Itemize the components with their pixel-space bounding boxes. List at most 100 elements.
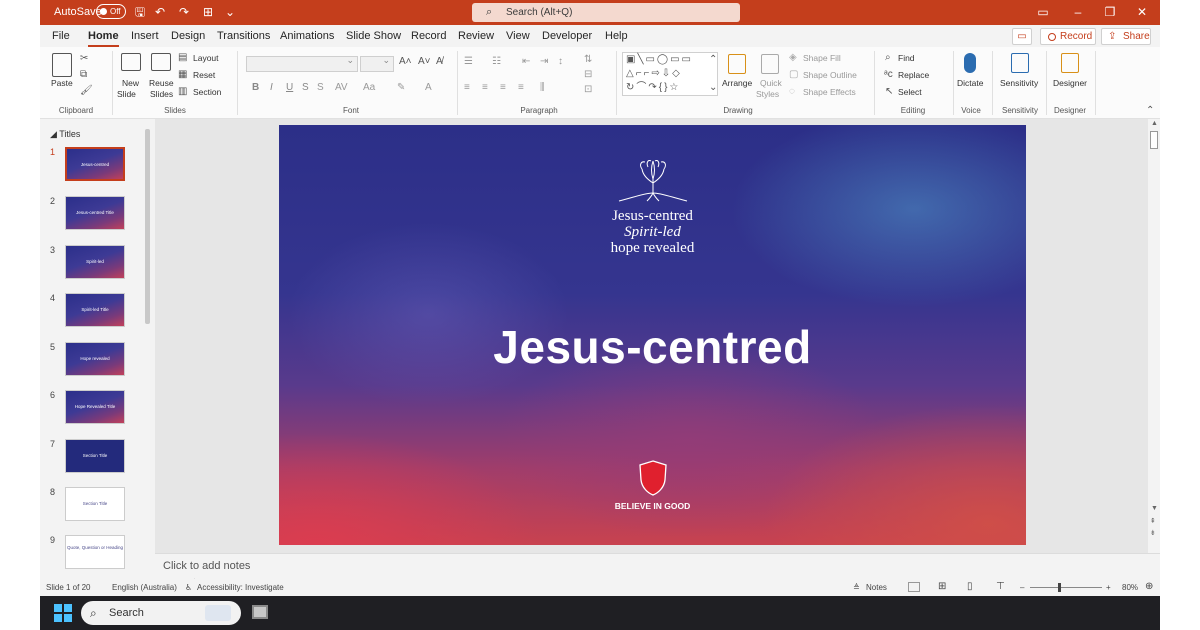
taskbar-search[interactable]: ⌕ Search — [81, 601, 241, 625]
slide-thumbnail-8[interactable]: Section Title — [65, 487, 125, 521]
dictate-button[interactable]: Dictate — [957, 78, 983, 88]
slide-thumbnail-6[interactable]: Hope Revealed Title — [65, 390, 125, 424]
columns-icon[interactable]: ⫼ — [540, 82, 545, 93]
tab-home[interactable]: Home — [88, 30, 119, 47]
designer-button[interactable]: Designer — [1053, 78, 1087, 88]
sensitivity-icon[interactable] — [1011, 53, 1029, 73]
zoom-slider-thumb[interactable] — [1058, 583, 1061, 592]
quick-styles-icon[interactable] — [761, 54, 779, 74]
align-left-icon[interactable]: ≡ — [464, 82, 470, 93]
next-slide-icon[interactable]: ⇟ — [1150, 529, 1156, 537]
shape-fill-button[interactable]: Shape Fill — [803, 53, 841, 63]
minimize-icon[interactable]: – — [1070, 4, 1086, 20]
highlight-icon[interactable]: ✎ — [397, 82, 405, 93]
slide-thumbnail-4[interactable]: Spirit-led Title — [65, 293, 125, 327]
tab-animations[interactable]: Animations — [280, 30, 334, 42]
thumbnail-scrollbar[interactable] — [143, 119, 152, 579]
accessibility-status[interactable]: Accessibility: Investigate — [197, 583, 284, 592]
slide-thumbnail-2[interactable]: Jesus-centred Title — [65, 196, 125, 230]
slide-thumbnail-7[interactable]: Section Title — [65, 439, 125, 473]
tab-insert[interactable]: Insert — [131, 30, 159, 42]
slide-thumbnail-5[interactable]: Hope revealed — [65, 342, 125, 376]
font-size-select[interactable] — [360, 55, 394, 72]
scrollbar-thumb[interactable] — [145, 129, 150, 324]
char-spacing-icon[interactable]: AV — [335, 82, 348, 93]
quick-styles-label-2[interactable]: Styles — [756, 89, 779, 99]
arrange-icon[interactable] — [728, 54, 746, 74]
quick-styles-label-1[interactable]: Quick — [760, 78, 782, 88]
new-slide-label-1[interactable]: New — [122, 78, 139, 88]
new-slide-label-2[interactable]: Slide — [117, 89, 136, 99]
windows-start-icon[interactable] — [54, 604, 72, 622]
ribbon-display-icon[interactable]: ▭ — [1035, 4, 1051, 20]
reuse-slides-label-2[interactable]: Slides — [150, 89, 173, 99]
comments-button[interactable]: ▭ — [1012, 28, 1032, 45]
font-color-icon[interactable]: A — [425, 82, 432, 93]
tab-view[interactable]: View — [506, 30, 530, 42]
close-icon[interactable]: ✕ — [1134, 4, 1150, 20]
slide-title[interactable]: Jesus-centred — [279, 320, 1026, 374]
scroll-down-icon[interactable]: ▼ — [1151, 505, 1158, 512]
slide-thumbnail-3[interactable]: Spirit-led — [65, 245, 125, 279]
italic-button[interactable]: I — [270, 82, 273, 93]
bullets-icon[interactable]: ☰ — [464, 56, 473, 67]
zoom-out-icon[interactable]: – — [1020, 583, 1024, 592]
canvas-scrollbar[interactable]: ▲ ▼ ⇞ ⇟ — [1148, 119, 1160, 539]
new-slide-icon[interactable] — [121, 53, 141, 71]
slide-show-icon[interactable]: ⊤ — [996, 581, 1005, 592]
underline-button[interactable]: U — [286, 82, 293, 93]
increase-indent-icon[interactable]: ⇥ — [540, 56, 548, 67]
increase-font-icon[interactable]: A˄ — [399, 56, 412, 67]
select-button[interactable]: Select — [898, 87, 922, 97]
paste-button[interactable]: Paste — [51, 78, 73, 88]
shape-outline-button[interactable]: Shape Outline — [803, 70, 857, 80]
shapes-gallery[interactable]: ▣╲▭◯▭▭ △⌐⌐⇨⇩◇ ↻⌒↷{}☆ — [622, 52, 718, 96]
normal-view-icon[interactable] — [908, 582, 920, 592]
task-view-icon[interactable] — [252, 605, 268, 619]
previous-slide-icon[interactable]: ⇞ — [1150, 517, 1156, 525]
font-family-select[interactable] — [246, 55, 358, 72]
tab-transitions[interactable]: Transitions — [217, 30, 270, 42]
align-right-icon[interactable]: ≡ — [500, 82, 506, 93]
bold-button[interactable]: B — [252, 82, 259, 93]
line-spacing-icon[interactable]: ↕ — [558, 56, 563, 67]
tab-file[interactable]: File — [52, 30, 70, 42]
replace-button[interactable]: Replace — [898, 70, 929, 80]
tab-help[interactable]: Help — [605, 30, 628, 42]
change-case-icon[interactable]: Aa — [363, 82, 375, 93]
language-indicator[interactable]: English (Australia) — [112, 583, 177, 592]
smartart-icon[interactable]: ⊡ — [584, 84, 592, 95]
tab-review[interactable]: Review — [458, 30, 494, 42]
find-button[interactable]: Find — [898, 53, 915, 63]
undo-icon[interactable]: ↶ — [152, 4, 168, 20]
align-text-icon[interactable]: ⊟ — [584, 69, 592, 80]
paste-icon[interactable] — [52, 53, 72, 77]
arrange-button[interactable]: Arrange — [722, 78, 752, 88]
search-input[interactable]: ⌕ Search (Alt+Q) — [472, 3, 740, 22]
customize-toolbar-icon[interactable]: ⌄ — [222, 4, 238, 20]
scrollbar-thumb[interactable] — [1150, 131, 1158, 149]
autosave-toggle[interactable]: Off — [96, 4, 126, 19]
reading-view-icon[interactable]: ▯ — [967, 581, 973, 592]
tab-record[interactable]: Record — [411, 30, 446, 42]
slide-sorter-icon[interactable]: ⊞ — [938, 581, 946, 592]
zoom-in-icon[interactable]: + — [1106, 583, 1111, 592]
text-direction-icon[interactable]: ⇅ — [584, 54, 592, 65]
numbering-icon[interactable]: ☷ — [492, 56, 501, 67]
zoom-slider[interactable] — [1030, 587, 1102, 588]
notes-toggle[interactable]: Notes — [866, 583, 887, 592]
restore-icon[interactable]: ❐ — [1102, 4, 1118, 20]
tab-slide-show[interactable]: Slide Show — [346, 30, 401, 42]
section-button[interactable]: Section — [193, 87, 221, 97]
titles-header[interactable]: ◢ Titles — [50, 129, 80, 140]
shadow-icon[interactable]: S — [317, 82, 324, 93]
fit-to-window-icon[interactable]: ⊕ — [1145, 581, 1153, 592]
decrease-indent-icon[interactable]: ⇤ — [522, 56, 530, 67]
present-icon[interactable]: ⊞ — [200, 4, 216, 20]
zoom-level[interactable]: 80% — [1122, 583, 1138, 592]
gallery-scroll-up-icon[interactable]: ⌃ — [709, 54, 717, 65]
gallery-more-icon[interactable]: ⌄ — [709, 82, 717, 93]
reuse-slides-icon[interactable] — [151, 53, 171, 71]
align-center-icon[interactable]: ≡ — [482, 82, 488, 93]
record-button[interactable]: Record — [1040, 28, 1096, 45]
